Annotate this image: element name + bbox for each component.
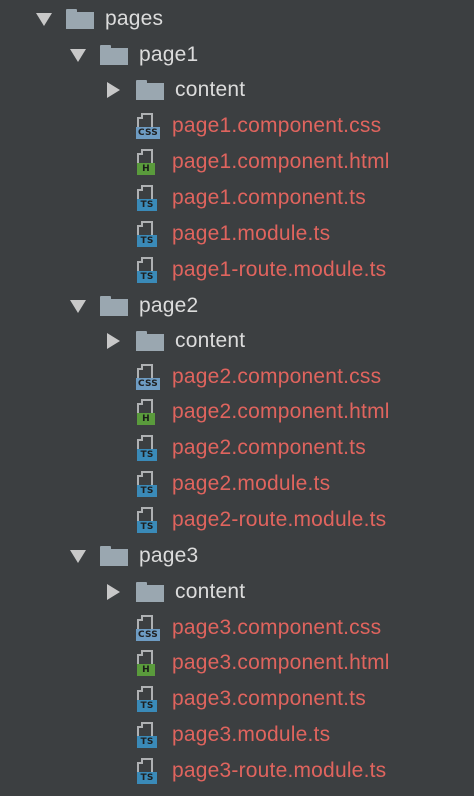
css-file-icon: CSS — [135, 615, 161, 641]
chevron-right-icon[interactable] — [107, 584, 120, 600]
html-file-icon: H — [135, 650, 161, 676]
folder-label: content — [175, 329, 246, 352]
file-row[interactable]: CSS page3.component.css — [0, 611, 474, 645]
chevron-right-icon[interactable] — [107, 82, 120, 98]
ts-file-icon: TS — [135, 471, 161, 497]
css-file-icon: CSS — [135, 364, 161, 390]
file-row[interactable]: H page1.component.html — [0, 145, 474, 179]
file-row[interactable]: TS page1.module.ts — [0, 217, 474, 251]
folder-icon — [136, 582, 164, 602]
file-name: page1.module.ts — [172, 222, 331, 245]
file-row[interactable]: TS page2.component.ts — [0, 431, 474, 465]
folder-label: page1 — [139, 43, 199, 66]
folder-icon — [136, 80, 164, 100]
ts-file-icon: TS — [135, 257, 161, 283]
ts-file-icon: TS — [135, 686, 161, 712]
file-name: page3.module.ts — [172, 723, 331, 746]
ts-file-icon: TS — [135, 221, 161, 247]
html-file-icon: H — [135, 399, 161, 425]
folder-label: page2 — [139, 294, 199, 317]
ts-file-icon: TS — [135, 435, 161, 461]
file-name: page2.component.ts — [172, 436, 366, 459]
file-row[interactable]: H page3.component.html — [0, 646, 474, 680]
file-row[interactable]: TS page1.component.ts — [0, 181, 474, 215]
ts-file-icon: TS — [135, 185, 161, 211]
file-name: page3-route.module.ts — [172, 759, 387, 782]
file-row[interactable]: CSS page1.component.css — [0, 109, 474, 143]
chevron-right-icon[interactable] — [107, 333, 120, 349]
file-row[interactable]: TS page2.module.ts — [0, 467, 474, 501]
tree-row-content[interactable]: content — [0, 575, 474, 609]
folder-icon — [136, 331, 164, 351]
file-name: page1.component.ts — [172, 186, 366, 209]
project-file-tree: pages page1 content CSS page1.component.… — [0, 0, 474, 796]
ts-file-icon: TS — [135, 758, 161, 784]
file-row[interactable]: TS page3.component.ts — [0, 682, 474, 716]
chevron-down-icon[interactable] — [70, 48, 86, 62]
folder-icon — [100, 45, 128, 65]
folder-label: pages — [105, 7, 164, 30]
file-row[interactable]: TS page2-route.module.ts — [0, 503, 474, 537]
ts-file-icon: TS — [135, 722, 161, 748]
file-name: page3.component.css — [172, 616, 382, 639]
file-name: page1.component.css — [172, 114, 382, 137]
tree-row-content[interactable]: content — [0, 324, 474, 358]
folder-label: page3 — [139, 544, 199, 567]
chevron-down-icon[interactable] — [70, 299, 86, 313]
file-name: page2-route.module.ts — [172, 508, 387, 531]
chevron-down-icon[interactable] — [70, 549, 86, 563]
folder-icon — [66, 9, 94, 29]
file-name: page3.component.html — [172, 651, 390, 674]
tree-row-page1[interactable]: page1 — [0, 38, 474, 72]
tree-row-page2[interactable]: page2 — [0, 289, 474, 323]
file-name: page1-route.module.ts — [172, 258, 387, 281]
tree-row-content[interactable]: content — [0, 73, 474, 107]
file-row[interactable]: TS page3-route.module.ts — [0, 754, 474, 788]
chevron-down-icon[interactable] — [36, 12, 52, 26]
folder-label: content — [175, 78, 246, 101]
ts-file-icon: TS — [135, 507, 161, 533]
folder-icon — [100, 296, 128, 316]
tree-row-pages[interactable]: pages — [0, 2, 474, 36]
tree-row-page3[interactable]: page3 — [0, 539, 474, 573]
file-row[interactable]: H page2.component.html — [0, 395, 474, 429]
file-name: page2.component.css — [172, 365, 382, 388]
file-row[interactable]: TS page1-route.module.ts — [0, 253, 474, 287]
folder-icon — [100, 546, 128, 566]
file-row[interactable]: CSS page2.component.css — [0, 360, 474, 394]
file-row[interactable]: TS page3.module.ts — [0, 718, 474, 752]
file-name: page1.component.html — [172, 150, 390, 173]
file-name: page3.component.ts — [172, 687, 366, 710]
folder-label: content — [175, 580, 246, 603]
css-file-icon: CSS — [135, 113, 161, 139]
html-file-icon: H — [135, 149, 161, 175]
file-name: page2.component.html — [172, 400, 390, 423]
file-name: page2.module.ts — [172, 472, 331, 495]
